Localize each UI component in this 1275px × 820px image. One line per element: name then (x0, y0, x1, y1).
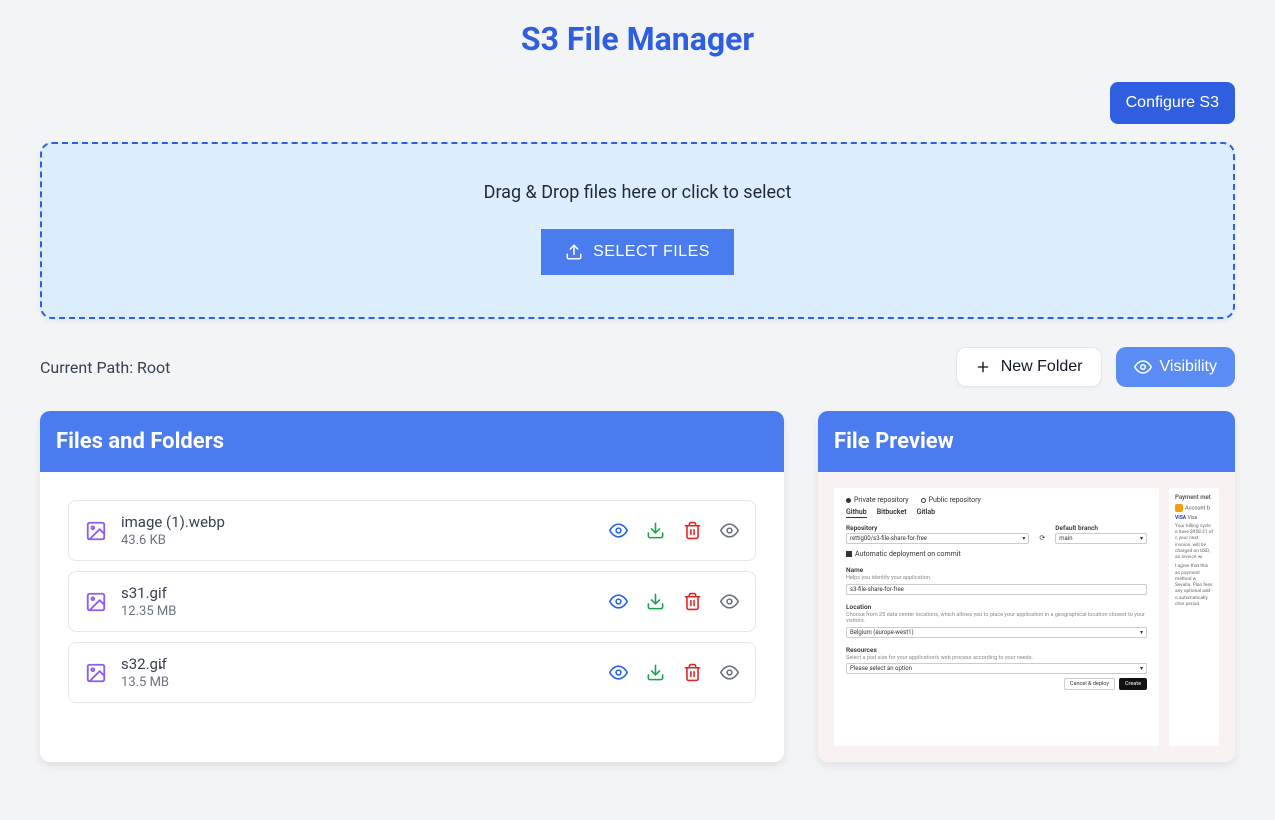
file-size: 13.5 MB (121, 675, 609, 690)
plus-icon (975, 359, 991, 375)
configure-s3-button[interactable]: Configure S3 (1110, 82, 1235, 124)
file-row[interactable]: s32.gif 13.5 MB (68, 642, 756, 703)
preview-icon[interactable] (609, 663, 628, 682)
new-folder-label: New Folder (1001, 358, 1083, 376)
current-path: Current Path: Root (40, 358, 170, 377)
configure-s3-label: Configure S3 (1126, 94, 1219, 112)
visibility-toggle-icon[interactable] (720, 592, 739, 611)
file-name: s31.gif (121, 584, 609, 602)
download-icon[interactable] (646, 592, 665, 611)
file-name: image (1).webp (121, 513, 609, 531)
page-title: S3 File Manager (40, 20, 1235, 58)
image-icon (85, 591, 107, 613)
dropzone-text: Drag & Drop files here or click to selec… (62, 182, 1213, 203)
delete-icon[interactable] (683, 663, 702, 682)
select-files-label: SELECT FILES (593, 243, 710, 261)
visibility-toggle-icon[interactable] (720, 663, 739, 682)
preview-icon[interactable] (609, 592, 628, 611)
image-icon (85, 662, 107, 684)
file-name: s32.gif (121, 655, 609, 673)
file-info: image (1).webp 43.6 KB (121, 513, 609, 548)
preview-side: Payment met Account b VISA Visa Your bil… (1169, 488, 1219, 746)
delete-icon[interactable] (683, 592, 702, 611)
path-actions: New Folder Visibility (956, 347, 1235, 387)
content-row: Files and Folders image (1).webp 43.6 KB (40, 411, 1235, 762)
file-actions (609, 521, 739, 540)
file-actions (609, 663, 739, 682)
top-actions: Configure S3 (40, 82, 1235, 124)
visibility-label: Visibility (1160, 358, 1218, 376)
dropzone[interactable]: Drag & Drop files here or click to selec… (40, 142, 1235, 319)
image-icon (85, 520, 107, 542)
visibility-button[interactable]: Visibility (1116, 347, 1236, 387)
preview-icon[interactable] (609, 521, 628, 540)
file-actions (609, 592, 739, 611)
upload-icon (565, 243, 583, 261)
select-files-button[interactable]: SELECT FILES (541, 229, 734, 275)
file-info: s31.gif 12.35 MB (121, 584, 609, 619)
download-icon[interactable] (646, 663, 665, 682)
preview-panel-title: File Preview (818, 411, 1235, 472)
visibility-toggle-icon[interactable] (720, 521, 739, 540)
eye-icon (1134, 358, 1152, 376)
file-size: 12.35 MB (121, 604, 609, 619)
file-info: s32.gif 13.5 MB (121, 655, 609, 690)
preview-panel: File Preview Private repository Public r… (818, 411, 1235, 762)
files-list: image (1).webp 43.6 KB s31.gif 12.35 M (40, 472, 784, 741)
preview-image: Private repository Public repository Git… (818, 472, 1235, 762)
file-row[interactable]: s31.gif 12.35 MB (68, 571, 756, 632)
file-row[interactable]: image (1).webp 43.6 KB (68, 500, 756, 561)
preview-form: Private repository Public repository Git… (834, 488, 1159, 746)
file-size: 43.6 KB (121, 533, 609, 548)
path-row: Current Path: Root New Folder Visibility (40, 347, 1235, 387)
files-panel-title: Files and Folders (40, 411, 784, 472)
new-folder-button[interactable]: New Folder (956, 347, 1102, 387)
download-icon[interactable] (646, 521, 665, 540)
files-panel: Files and Folders image (1).webp 43.6 KB (40, 411, 784, 762)
delete-icon[interactable] (683, 521, 702, 540)
